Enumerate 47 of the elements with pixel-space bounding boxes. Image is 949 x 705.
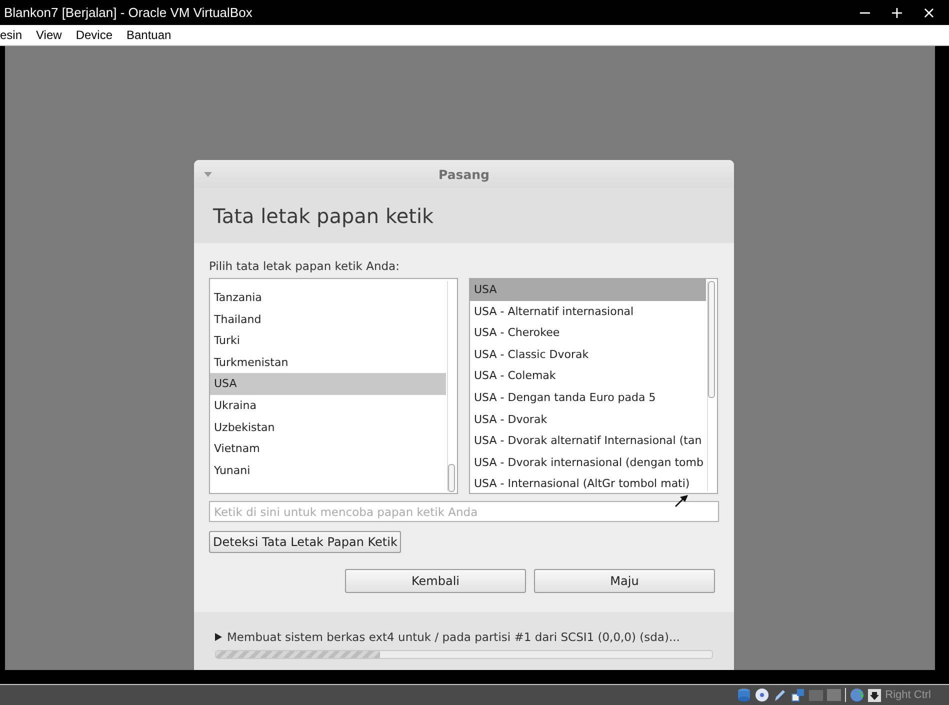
menu-item[interactable]: esin bbox=[0, 28, 30, 42]
list-item[interactable]: USA bbox=[210, 373, 446, 395]
list-item[interactable]: Tanzania bbox=[210, 287, 446, 309]
disc-icon[interactable] bbox=[755, 688, 770, 702]
list-item[interactable]: USA - Classic Dvorak bbox=[470, 344, 706, 366]
list-item[interactable]: USA - Internasional (AltGr tombol mati) bbox=[470, 473, 706, 493]
prompt-label: Pilih tata letak papan ketik Anda: bbox=[209, 259, 400, 273]
page-heading: Tata letak papan ketik bbox=[213, 204, 434, 228]
list-item[interactable]: USA - Dvorak internasional (dengan tomb bbox=[470, 452, 706, 474]
list-item[interactable]: USA - Cherokee bbox=[470, 322, 706, 344]
list-item[interactable]: Uzbekistan bbox=[210, 416, 446, 438]
globe-icon[interactable] bbox=[850, 688, 864, 702]
close-button[interactable]: × bbox=[915, 3, 943, 22]
test-input-field[interactable]: Ketik di sini untuk mencoba papan ketik Anda bbox=[209, 501, 719, 522]
layout-list[interactable] bbox=[469, 278, 718, 494]
list-item[interactable]: Ukraina bbox=[210, 394, 446, 417]
expander-triangle-icon[interactable] bbox=[215, 633, 222, 641]
list-item[interactable]: Turkmenistan bbox=[210, 352, 446, 374]
list-item[interactable]: USA - Dvorak alternatif Internasional (tan bbox=[470, 430, 706, 452]
arrow-down-icon[interactable] bbox=[868, 688, 882, 702]
maximize-button[interactable]: + bbox=[883, 3, 911, 22]
list-item[interactable]: USA - Dvorak bbox=[470, 408, 706, 430]
list-item[interactable]: Yunani bbox=[210, 460, 446, 482]
list-item[interactable]: Vietnam bbox=[210, 438, 446, 460]
back-button[interactable]: Kembali bbox=[345, 569, 526, 593]
country-list[interactable]: Tanzania Thailand Turki Turkmenistan USA Ukraina Uzbekistan Vietnam Yunani bbox=[209, 278, 458, 494]
menu-item[interactable]: Bantuan bbox=[120, 28, 178, 42]
menu-item[interactable]: Device bbox=[68, 28, 120, 42]
scrollbar-thumb[interactable] bbox=[708, 281, 715, 398]
status-text: Membuat sistem berkas ext4 untuk / pada partisi #1 dari SCSI1 (0,0,0) (sda)... bbox=[227, 630, 680, 644]
scrollbar-thumb[interactable] bbox=[448, 464, 455, 492]
dropdown-arrow-icon[interactable] bbox=[204, 172, 212, 177]
pen-icon[interactable] bbox=[773, 688, 788, 702]
menu-item[interactable]: View bbox=[29, 28, 69, 42]
host-key-label: Right Ctrl bbox=[885, 689, 931, 701]
dialog-title: Pasang bbox=[438, 166, 490, 182]
list-item[interactable]: Thailand bbox=[210, 308, 446, 330]
list-item[interactable]: USA - Colemak bbox=[470, 365, 706, 387]
list-item[interactable]: USA bbox=[470, 279, 706, 301]
list-item[interactable]: USA - Dengan tanda Euro pada 5 bbox=[470, 386, 706, 409]
minimize-button[interactable]: − bbox=[851, 3, 879, 22]
window-title: Blankon7 [Berjalan] - Oracle VM VirtualBox bbox=[3, 5, 252, 20]
forward-button[interactable]: Maju bbox=[534, 569, 715, 593]
list-item[interactable]: USA - Alternatif internasional bbox=[470, 300, 706, 322]
list-item[interactable]: Turki bbox=[210, 330, 446, 352]
network-icon[interactable] bbox=[791, 688, 806, 702]
detect-layout-button[interactable]: Deteksi Tata Letak Papan Ketik bbox=[209, 531, 402, 553]
